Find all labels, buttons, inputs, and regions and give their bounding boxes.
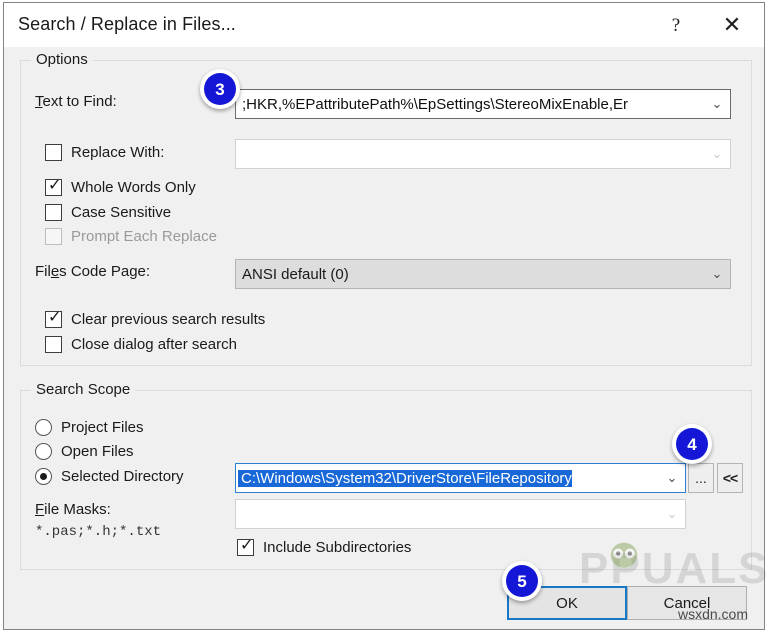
case-sensitive-label: Case Sensitive [71,204,172,221]
close-icon: ✕ [722,12,742,37]
collapse-button[interactable]: << [717,463,743,493]
search-replace-dialog: Search / Replace in Files... ? ✕ Options… [3,2,767,630]
checkbox-box: ✓ [45,309,62,328]
accelerator-letter: T [35,93,43,110]
file-masks-label: File Masks: [35,501,111,518]
check-icon: ✓ [48,309,62,326]
radio-project-files[interactable]: Project Files [35,419,144,436]
checkbox-box [45,228,62,245]
chevron-down-icon[interactable]: ⌄ [659,506,685,522]
include-subdirectories-checkbox[interactable]: ✓ Include Subdirectories [237,537,412,556]
files-code-page-combobox[interactable]: ANSI default (0) ⌄ [235,259,731,289]
replace-with-label: Replace With: [71,144,165,161]
checkbox-box [45,144,62,161]
text-to-find-label: Text to Find: [35,93,117,110]
checkbox-box [45,204,62,221]
include-subdirectories-label: Include Subdirectories [263,539,412,556]
label-rest: ext to Find: [42,93,117,110]
browse-directory-button[interactable]: ... [688,463,714,493]
replace-with-combobox[interactable]: ⌄ [235,139,731,169]
close-button[interactable]: ✕ [706,3,758,47]
radio-circle [35,443,52,460]
radio-dot [40,473,47,480]
check-icon: ✓ [48,177,62,194]
title-bar: Search / Replace in Files... ? ✕ [4,3,764,47]
whole-words-only-label: Whole Words Only [71,179,196,196]
step-badge-3-number: 3 [204,73,236,105]
directory-path-combobox[interactable]: C:\Windows\System32\DriverStore\FileRepo… [235,463,686,493]
checkbox-box [45,336,62,353]
search-scope-group-title: Search Scope [31,381,136,398]
step-badge-4-number: 4 [676,428,708,460]
label-pre: Fil [35,263,51,280]
file-masks-hint: *.pas;*.h;*.txt [35,524,162,540]
text-to-find-value: ;HKR,%EPattributePath%\EpSettings\Stereo… [242,95,629,113]
directory-path-value-wrap: C:\Windows\System32\DriverStore\FileRepo… [236,469,659,487]
directory-path-value: C:\Windows\System32\DriverStore\FileRepo… [238,469,572,487]
chevron-down-icon[interactable]: ⌄ [704,96,730,112]
files-code-page-label: Files Code Page: [35,263,150,280]
options-group-title: Options [31,51,93,68]
prompt-each-replace-checkbox: Prompt Each Replace [45,228,217,245]
radio-circle [35,419,52,436]
close-dialog-after-search-checkbox[interactable]: Close dialog after search [45,336,237,353]
window-title: Search / Replace in Files... [18,14,236,34]
accelerator-letter: F [35,501,45,518]
appuals-logo-watermark [610,542,638,568]
check-icon: ✓ [240,537,254,554]
case-sensitive-checkbox[interactable]: Case Sensitive [45,204,171,221]
replace-with-checkbox[interactable]: Replace With: [45,144,164,161]
whole-words-only-checkbox[interactable]: ✓ Whole Words Only [45,177,196,196]
label-rest: ile Masks: [44,501,111,518]
clear-previous-results-label: Clear previous search results [71,311,266,328]
clear-previous-results-checkbox[interactable]: ✓ Clear previous search results [45,309,266,328]
radio-open-files-label: Open Files [61,443,134,460]
close-dialog-after-search-label: Close dialog after search [71,336,237,353]
label-rest: s Code Page: [59,263,151,280]
step-badge-5-number: 5 [506,565,538,597]
radio-open-files[interactable]: Open Files [35,443,134,460]
checkbox-box: ✓ [237,537,254,556]
step-badge-4: 4 [672,424,712,464]
site-watermark: wsxdn.com [677,606,748,622]
file-masks-combobox[interactable]: ⌄ [235,499,686,529]
accelerator-letter: e [50,263,60,280]
question-mark-icon: ? [671,14,681,36]
files-code-page-value: ANSI default (0) [242,265,349,283]
checkbox-box: ✓ [45,177,62,196]
radio-project-files-label: Project Files [61,419,144,436]
step-badge-3: 3 [200,69,240,109]
chevron-down-icon[interactable]: ⌄ [704,266,730,282]
step-badge-5: 5 [502,561,542,601]
prompt-each-replace-label: Prompt Each Replace [71,228,217,245]
radio-circle [35,468,52,485]
help-button[interactable]: ? [650,3,702,47]
radio-selected-directory[interactable]: Selected Directory [35,468,184,485]
text-to-find-combobox[interactable]: ;HKR,%EPattributePath%\EpSettings\Stereo… [235,89,731,119]
chevron-down-icon[interactable]: ⌄ [704,146,730,162]
chevron-down-icon[interactable]: ⌄ [659,470,685,486]
radio-selected-directory-label: Selected Directory [61,468,184,485]
